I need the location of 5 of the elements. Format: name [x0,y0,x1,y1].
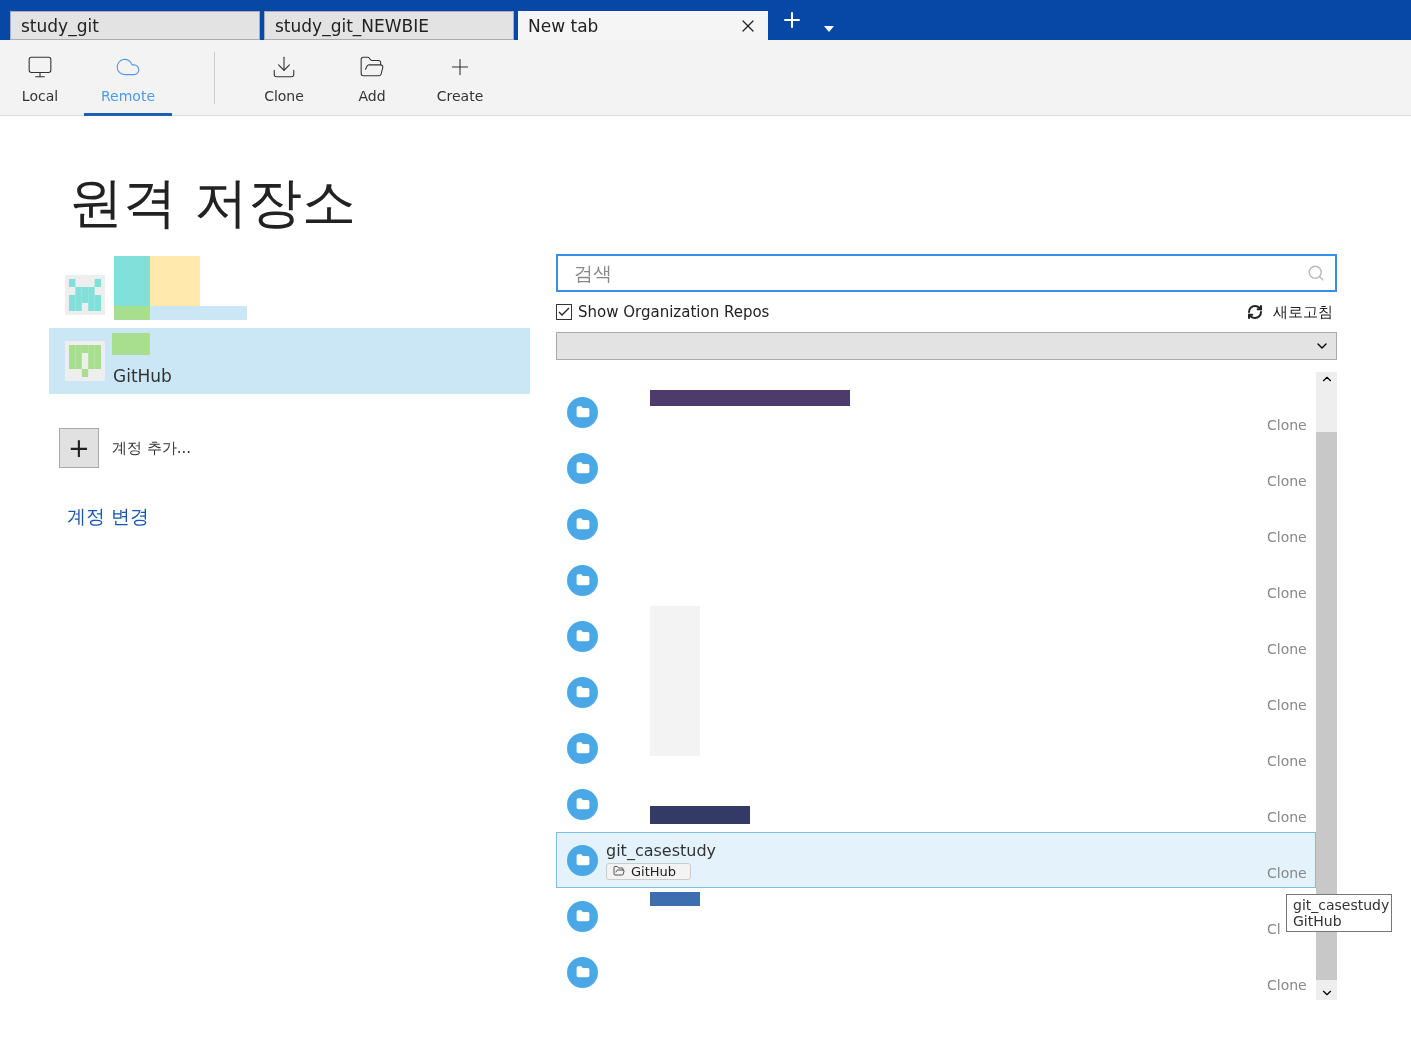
page-title: 원격 저장소 [69,170,358,236]
repo-name: git_casestudy [606,840,718,860]
add-account-label: 계정 추가... [112,438,192,458]
tooltip-line: GitHub [1293,913,1343,929]
repo-tag: GitHub [606,862,692,880]
